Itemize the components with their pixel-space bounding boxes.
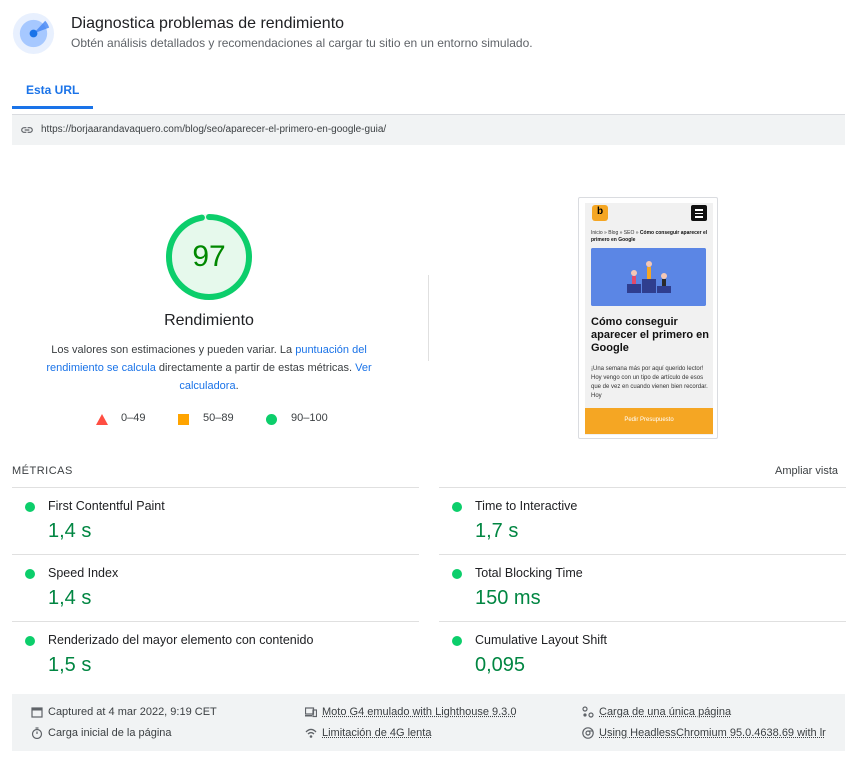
divider <box>428 275 429 361</box>
legend-label: 0–49 <box>121 412 146 424</box>
screenshot-heading: Cómo conseguir aparecer el primero en Go… <box>591 316 710 354</box>
analyzed-url[interactable]: https://borjaarandavaquero.com/blog/seo/… <box>41 124 386 135</box>
disclaimer-end: . <box>235 380 239 392</box>
single-page-load-text[interactable]: Carga de una única página <box>599 706 731 718</box>
final-screenshot[interactable]: b Inicio » Blog » SEO » Cómo conseguir a… <box>578 197 718 439</box>
metric-tbt: Total Blocking Time 150 ms <box>439 554 846 621</box>
metric-value: 1,7 s <box>475 520 519 542</box>
metric-value: 1,4 s <box>48 587 92 609</box>
metric-lcp: Renderizado del mayor elemento con conte… <box>12 621 419 688</box>
lighthouse-lab-icon <box>12 12 55 55</box>
metric-name: Time to Interactive <box>475 499 578 513</box>
screenshot-page: b Inicio » Blog » SEO » Cómo conseguir a… <box>585 203 713 435</box>
metric-tti: Time to Interactive 1,7 s <box>439 487 846 554</box>
page-subtitle: Obtén análisis detallados y recomendacio… <box>71 36 533 50</box>
nodes-icon <box>582 706 594 718</box>
metric-value: 1,4 s <box>48 520 92 542</box>
screenshot-breadcrumb: Inicio » Blog » SEO » Cómo conseguir apa… <box>591 230 709 244</box>
page-title: Diagnostica problemas de rendimiento <box>71 15 345 32</box>
run-info-footer: Captured at 4 mar 2022, 9:19 CET Moto G4… <box>12 694 845 751</box>
tab-active-indicator <box>12 106 93 109</box>
page-header: Diagnostica problemas de rendimiento Obt… <box>12 12 842 60</box>
screenshot-cta-label: Pedir Presupuesto <box>624 417 674 423</box>
performance-score-value: 97 <box>192 240 226 273</box>
initial-load-text: Carga inicial de la página <box>48 727 172 739</box>
disclaimer-text: Los valores son estimaciones y pueden va… <box>51 344 296 356</box>
pass-indicator <box>452 502 462 512</box>
pass-indicator <box>452 569 462 579</box>
square-icon <box>178 414 189 425</box>
wifi-icon <box>305 728 317 738</box>
metric-value: 1,5 s <box>48 654 92 676</box>
metric-value: 150 ms <box>475 587 541 609</box>
performance-score-label: Rendimiento <box>164 312 254 329</box>
screenshot-cta: Pedir Presupuesto <box>585 408 713 434</box>
metric-name: Total Blocking Time <box>475 566 583 580</box>
network-throttling-text[interactable]: Limitación de 4G lenta <box>322 727 431 739</box>
devices-icon <box>305 707 317 718</box>
metric-name: Renderizado del mayor elemento con conte… <box>48 633 314 647</box>
chrome-icon <box>582 727 594 739</box>
captured-at-text: Captured at 4 mar 2022, 9:19 CET <box>48 706 217 718</box>
metric-fcp: First Contentful Paint 1,4 s <box>12 487 419 554</box>
metric-speed-index: Speed Index 1,4 s <box>12 554 419 621</box>
pass-indicator <box>25 636 35 646</box>
analyzed-url-bar: https://borjaarandavaquero.com/blog/seo/… <box>12 114 845 145</box>
pass-indicator <box>452 636 462 646</box>
metrics-title: MÉTRICAS <box>12 465 73 477</box>
metric-name: Cumulative Layout Shift <box>475 633 608 647</box>
expand-view-toggle[interactable]: Ampliar vista <box>775 465 838 477</box>
hamburger-icon <box>691 205 707 221</box>
browser-version-text[interactable]: Using HeadlessChromium 95.0.4638.69 with… <box>599 727 826 739</box>
metric-name: Speed Index <box>48 566 119 580</box>
site-logo-letter: b <box>596 206 604 217</box>
emulated-device-text[interactable]: Moto G4 emulado with Lighthouse 9.3.0 <box>322 706 516 718</box>
calendar-icon <box>31 707 43 718</box>
breadcrumb-path: Inicio » Blog » SEO » <box>591 230 640 236</box>
metric-cls: Cumulative Layout Shift 0,095 <box>439 621 846 688</box>
pass-indicator <box>25 502 35 512</box>
circle-icon <box>266 414 277 425</box>
link-icon <box>21 127 33 133</box>
site-logo: b <box>592 205 608 221</box>
hero-illustration <box>591 248 706 306</box>
screenshot-body-text: ¡Una semana más por aquí querido lector!… <box>591 366 708 399</box>
triangle-icon <box>96 414 108 425</box>
metric-name: First Contentful Paint <box>48 499 165 513</box>
pass-indicator <box>25 569 35 579</box>
tab-esta-url[interactable]: Esta URL <box>26 83 79 97</box>
timer-icon <box>31 727 43 739</box>
score-disclaimer: Los valores son estimaciones y pueden va… <box>46 341 372 395</box>
disclaimer-text-2: directamente a partir de estas métricas. <box>155 362 356 374</box>
legend-label: 90–100 <box>291 412 328 424</box>
legend-label: 50–89 <box>203 412 234 424</box>
metric-value: 0,095 <box>475 654 526 676</box>
